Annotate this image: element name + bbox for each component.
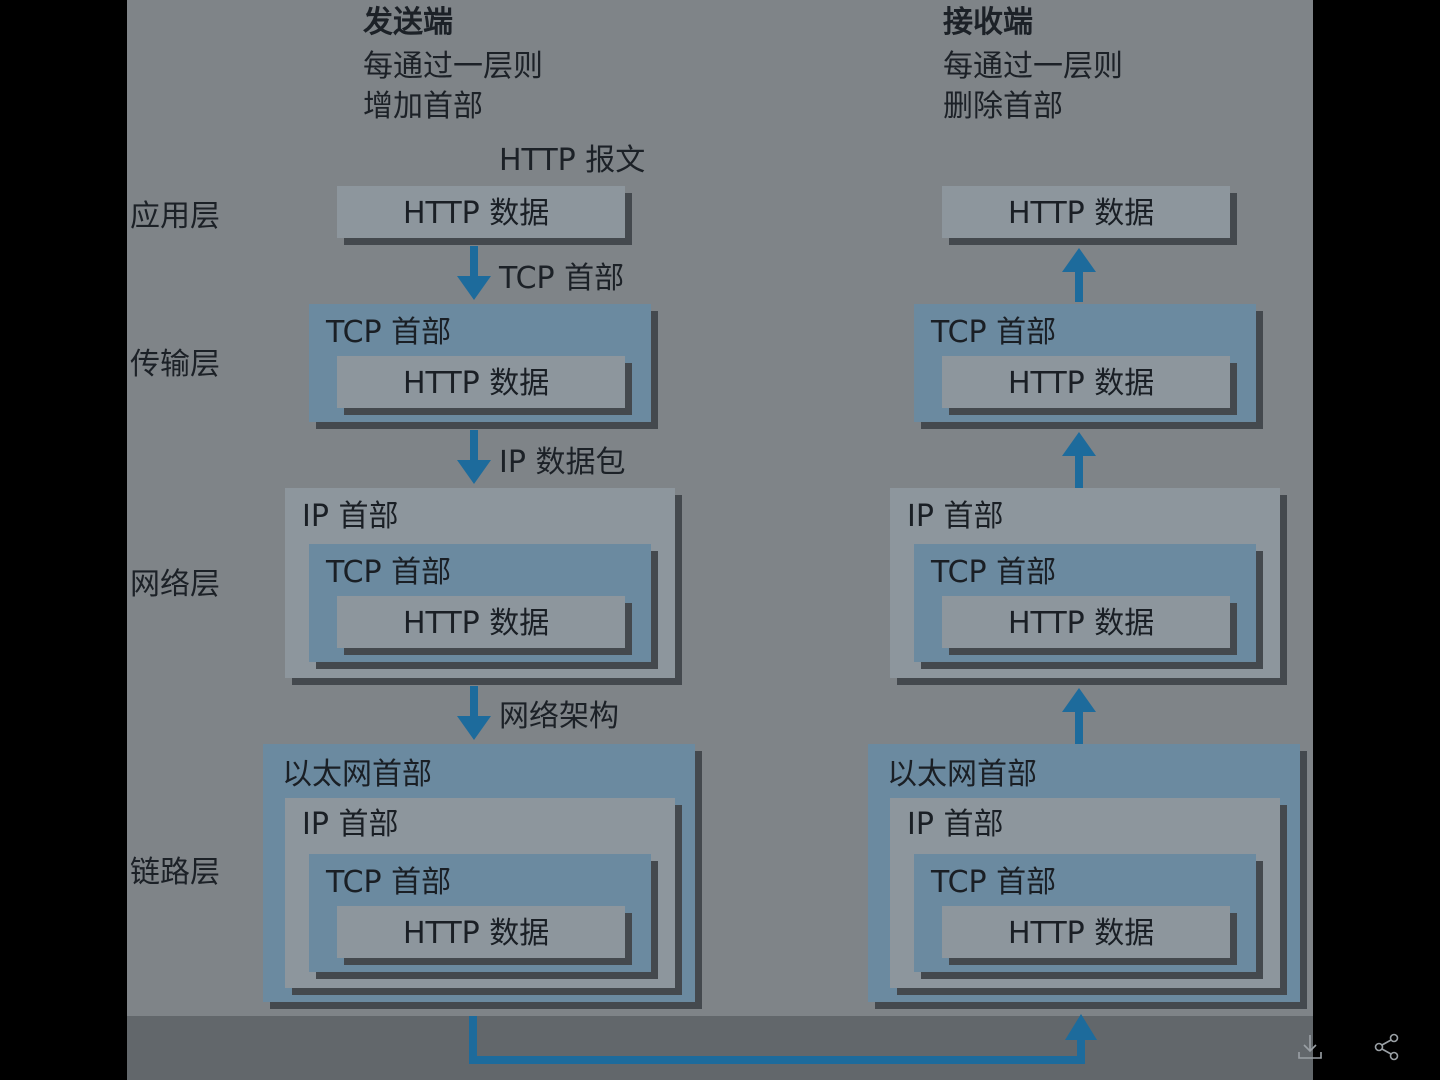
sender-app-http-data: HTTP 数据 bbox=[337, 186, 625, 238]
http-data-box: HTTP 数据 bbox=[942, 356, 1230, 408]
tcp-header-label: TCP 首部 bbox=[931, 555, 1057, 590]
layer-network: 网络层 bbox=[130, 567, 220, 602]
http-data-box: HTTP 数据 bbox=[337, 596, 625, 648]
ethernet-header-label: 以太网首部 bbox=[282, 757, 432, 792]
down-arrow-icon bbox=[457, 430, 491, 484]
receiver-app-http-data: HTTP 数据 bbox=[942, 186, 1230, 238]
up-arrow-icon bbox=[1062, 688, 1096, 744]
up-arrow-icon bbox=[1062, 432, 1096, 488]
http-data-box: HTTP 数据 bbox=[337, 356, 625, 408]
tcp-header-label: TCP 首部 bbox=[326, 555, 452, 590]
http-data-label: HTTP 数据 bbox=[403, 606, 550, 641]
http-data-label: HTTP 数据 bbox=[403, 916, 550, 951]
ip-packet-box: IP 首部 TCP 首部 HTTP 数据 bbox=[890, 798, 1280, 988]
http-data-label: HTTP 数据 bbox=[1008, 366, 1155, 401]
physical-link-connector bbox=[469, 1014, 1097, 1064]
arrow-label-network-arch: 网络架构 bbox=[499, 699, 619, 734]
ip-header-label: IP 首部 bbox=[302, 499, 399, 534]
layer-application: 应用层 bbox=[130, 199, 220, 234]
sender-network-ip-packet: IP 首部 TCP 首部 HTTP 数据 bbox=[285, 488, 675, 678]
tcp-segment-box: TCP 首部 HTTP 数据 bbox=[309, 544, 651, 662]
tcp-header-label: TCP 首部 bbox=[326, 315, 452, 350]
http-data-box: HTTP 数据 bbox=[337, 906, 625, 958]
ip-header-label: IP 首部 bbox=[907, 499, 1004, 534]
sender-desc-line1: 每通过一层则 bbox=[363, 49, 543, 84]
http-data-label: HTTP 数据 bbox=[403, 196, 550, 231]
tcp-header-label: TCP 首部 bbox=[326, 865, 452, 900]
tcp-header-label: TCP 首部 bbox=[931, 315, 1057, 350]
receiver-desc-line1: 每通过一层则 bbox=[943, 49, 1123, 84]
down-arrow-icon bbox=[457, 686, 491, 740]
receiver-desc-line2: 删除首部 bbox=[943, 89, 1063, 124]
receiver-title: 接收端 bbox=[943, 5, 1033, 40]
sender-desc-line2: 增加首部 bbox=[363, 89, 483, 124]
http-data-label: HTTP 数据 bbox=[403, 366, 550, 401]
receiver-network-ip-packet: IP 首部 TCP 首部 HTTP 数据 bbox=[890, 488, 1280, 678]
ip-packet-box: IP 首部 TCP 首部 HTTP 数据 bbox=[285, 798, 675, 988]
http-data-label: HTTP 数据 bbox=[1008, 196, 1155, 231]
http-data-box: HTTP 数据 bbox=[942, 596, 1230, 648]
receiver-transport-tcp-segment: TCP 首部 HTTP 数据 bbox=[914, 304, 1256, 422]
share-icon[interactable] bbox=[1372, 1032, 1402, 1067]
http-data-box: HTTP 数据 bbox=[942, 906, 1230, 958]
arrow-label-ip-packet: IP 数据包 bbox=[499, 445, 626, 480]
sender-title: 发送端 bbox=[363, 5, 453, 40]
tcp-header-label: TCP 首部 bbox=[931, 865, 1057, 900]
layer-link: 链路层 bbox=[130, 855, 220, 890]
sender-link-ethernet-frame: 以太网首部 IP 首部 TCP 首部 HTTP 数据 bbox=[263, 744, 695, 1002]
arrow-label-tcp-header: TCP 首部 bbox=[499, 261, 625, 296]
image-viewer: 发送端 每通过一层则 增加首部 HTTP 报文 接收端 每通过一层则 删除首部 … bbox=[0, 0, 1440, 1080]
http-data-label: HTTP 数据 bbox=[1008, 606, 1155, 641]
tcp-ip-encapsulation-diagram: 发送端 每通过一层则 增加首部 HTTP 报文 接收端 每通过一层则 删除首部 … bbox=[127, 0, 1313, 1080]
ethernet-header-label: 以太网首部 bbox=[887, 757, 1037, 792]
tcp-segment-box: TCP 首部 HTTP 数据 bbox=[914, 544, 1256, 662]
tcp-segment-box: TCP 首部 HTTP 数据 bbox=[309, 854, 651, 972]
tcp-segment-box: TCP 首部 HTTP 数据 bbox=[914, 854, 1256, 972]
receiver-link-ethernet-frame: 以太网首部 IP 首部 TCP 首部 HTTP 数据 bbox=[868, 744, 1300, 1002]
download-icon[interactable] bbox=[1295, 1032, 1325, 1067]
up-arrow-icon bbox=[1062, 248, 1096, 302]
ip-header-label: IP 首部 bbox=[907, 807, 1004, 842]
http-data-label: HTTP 数据 bbox=[1008, 916, 1155, 951]
sender-transport-tcp-segment: TCP 首部 HTTP 数据 bbox=[309, 304, 651, 422]
down-arrow-icon bbox=[457, 246, 491, 300]
ip-header-label: IP 首部 bbox=[302, 807, 399, 842]
layer-transport: 传输层 bbox=[130, 347, 220, 382]
http-message-label: HTTP 报文 bbox=[499, 143, 646, 178]
